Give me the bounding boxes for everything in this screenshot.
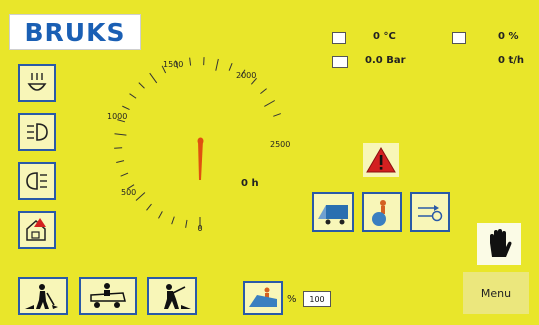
gauge-tick — [129, 93, 137, 99]
gauge-tick — [149, 72, 158, 84]
feed-direction-button[interactable] — [410, 192, 450, 232]
gauge-tick — [158, 211, 163, 219]
cab-warning-light-button[interactable] — [18, 211, 56, 249]
work-light-front-icon — [27, 73, 47, 91]
gauge-needle — [198, 140, 203, 180]
bruks-logo: BRUKS — [9, 14, 141, 50]
operator-shovel-button[interactable] — [18, 277, 68, 315]
gauge-tick — [260, 88, 267, 95]
worker-dig-icon — [164, 284, 191, 309]
gauge-tick — [185, 219, 188, 228]
operator-dig-button[interactable] — [147, 277, 197, 315]
temperature-readout: 0 °C — [373, 31, 396, 42]
feed-rate-icon — [249, 287, 277, 307]
gauge-tick — [116, 160, 125, 163]
operator-feed-icon — [372, 200, 386, 226]
operator-feed-button[interactable] — [362, 192, 402, 232]
gauge-tick — [120, 172, 129, 177]
gauge-tick — [228, 63, 233, 71]
feed-rate-button[interactable] — [243, 281, 283, 315]
pressure-icon — [332, 56, 348, 68]
stop-hand-icon — [490, 229, 512, 257]
gauge-tick — [135, 192, 146, 201]
worker-shovel-icon — [25, 284, 58, 309]
gauge-tick-label-2000: 2000 — [236, 71, 256, 80]
fuel-tank-icon — [452, 32, 466, 44]
gauge-tick-label-2500: 2500 — [270, 140, 290, 149]
percent-sign: % — [287, 294, 297, 305]
conveyor-icon — [318, 205, 348, 225]
headlight-icon — [27, 123, 48, 141]
gauge-tick-label-1500: 1500 — [163, 60, 183, 69]
rate-readout: 0 t/h — [498, 55, 524, 66]
cab-beacon-icon — [26, 218, 46, 241]
fuel-readout: 0 % — [498, 31, 519, 42]
gauge-tick-label-0: 0 — [197, 224, 202, 233]
thermometer-icon — [332, 32, 346, 44]
tipper-truck-icon — [90, 283, 126, 308]
logo-text: BRUKS — [24, 17, 126, 47]
warning-button[interactable] — [361, 141, 401, 179]
gauge-tick — [273, 113, 281, 117]
gauge-center-reading: 0 h — [241, 178, 259, 189]
gauge-tick — [138, 82, 145, 89]
gauge-tick-label-1000: 1000 — [107, 112, 127, 121]
gauge-tick — [189, 57, 192, 66]
gauge-tick — [146, 203, 152, 211]
gauge-tick — [171, 216, 175, 225]
speed-gauge: 0 500 1000 1500 2000 2500 — [107, 57, 290, 233]
feed-direction-icon — [418, 205, 443, 222]
rear-light-button[interactable] — [18, 162, 56, 200]
gauge-tick — [264, 100, 276, 107]
gauge-tick — [114, 133, 127, 136]
pressure-readout: 0.0 Bar — [365, 55, 406, 66]
headlight-button[interactable] — [18, 113, 56, 151]
gauge-ticks — [114, 57, 281, 229]
gauge-tick — [122, 105, 130, 111]
menu-button[interactable]: Menu — [463, 272, 529, 314]
gauge-tick-label-500: 500 — [121, 188, 136, 197]
feed-rate-input[interactable]: 100 — [303, 291, 331, 307]
emergency-stop-button[interactable] — [475, 221, 523, 267]
work-light-front-button[interactable] — [18, 64, 56, 102]
warning-icon — [366, 147, 396, 173]
conveyor-button[interactable] — [312, 192, 354, 232]
gauge-tick — [215, 58, 219, 71]
truck-unload-button[interactable] — [79, 277, 137, 315]
rear-light-icon — [26, 172, 47, 190]
